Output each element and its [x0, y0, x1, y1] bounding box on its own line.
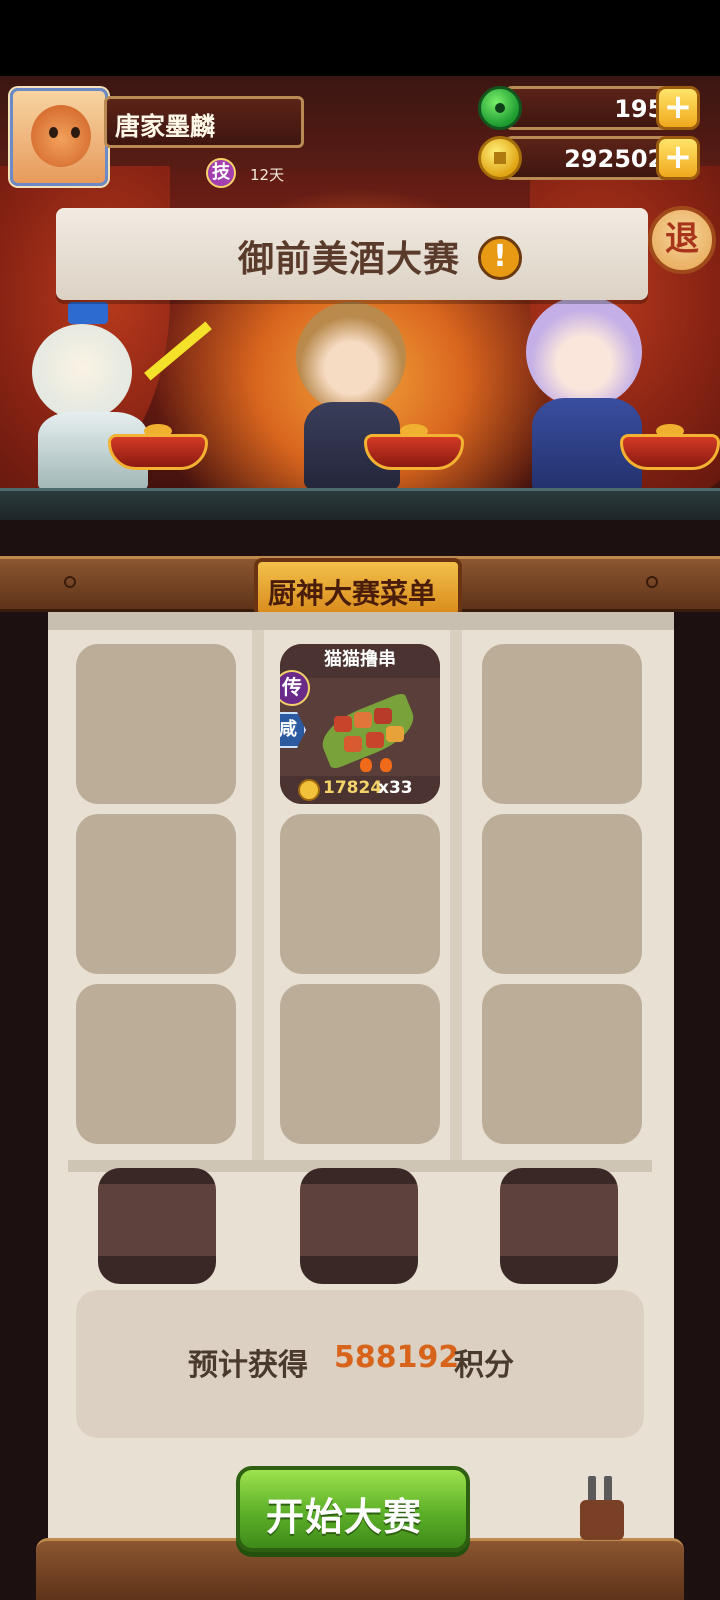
chef-slot[interactable]	[300, 1168, 418, 1284]
player-name-plate[interactable]: 唐家墨麟	[104, 96, 304, 148]
dish-slot-empty[interactable]	[76, 984, 236, 1144]
exit-button[interactable]: 退	[648, 206, 716, 274]
chef-slot[interactable]	[98, 1168, 216, 1284]
skewer-dish-icon	[310, 682, 422, 778]
cooking-pot-right	[620, 424, 720, 478]
skill-days: 12天	[250, 166, 285, 184]
dish-slot-filled[interactable]: 猫猫撸串 传 咸 17824 x33	[280, 644, 440, 804]
player-avatar[interactable]	[10, 88, 108, 186]
banner-title: 御前美酒大赛	[238, 239, 461, 280]
add-coins-button[interactable]: +	[656, 136, 700, 180]
dish-slot-empty[interactable]	[76, 644, 236, 804]
estimate-unit: 积分	[454, 1348, 514, 1383]
estimate-label: 预计获得	[188, 1348, 308, 1383]
alert-icon[interactable]: !	[478, 236, 522, 280]
salty-flavor-badge: 咸	[280, 712, 306, 748]
add-jade-button[interactable]: +	[656, 86, 700, 130]
dish-slot-empty[interactable]	[76, 814, 236, 974]
estimate-box: 预计获得 588192 积分	[76, 1290, 644, 1438]
dish-slot-empty[interactable]	[482, 644, 642, 804]
estimate-value: 588192	[334, 1340, 460, 1375]
status-bar	[0, 0, 720, 76]
rail-knob-icon	[646, 576, 658, 588]
legendary-rarity-badge: 传	[280, 670, 310, 706]
dish-slot-empty[interactable]	[482, 984, 642, 1144]
menu-panel-top	[48, 612, 674, 630]
knife-block-icon	[580, 1500, 624, 1540]
dish-price: 17824	[323, 778, 383, 798]
column-divider	[450, 630, 462, 1160]
jade-icon	[478, 86, 522, 130]
dish-slot-empty[interactable]	[482, 814, 642, 974]
dish-price-row: 17824 x33	[280, 776, 440, 804]
cooking-pot-left	[108, 424, 208, 478]
contest-banner: 御前美酒大赛	[56, 208, 648, 300]
start-contest-label: 开始大赛	[266, 1495, 423, 1539]
dish-slot-empty[interactable]	[280, 984, 440, 1144]
avatar-face	[31, 105, 91, 167]
skill-icon[interactable]: 技	[206, 158, 236, 188]
stage-floor	[0, 488, 720, 520]
dish-slot-empty[interactable]	[280, 814, 440, 974]
rail-knob-icon	[64, 576, 76, 588]
menu-title-plaque: 厨神大赛菜单	[254, 558, 462, 618]
chef-slot[interactable]	[500, 1168, 618, 1284]
menu-title: 厨神大赛菜单	[268, 577, 437, 610]
dish-count: x33	[378, 778, 413, 798]
cooking-pot-middle	[364, 424, 464, 478]
dish-name: 猫猫撸串	[280, 644, 440, 678]
player-name: 唐家墨麟	[115, 112, 216, 141]
start-contest-button[interactable]: 开始大赛	[236, 1466, 470, 1552]
coin-icon	[298, 779, 320, 801]
column-divider	[252, 630, 264, 1160]
coin-icon	[478, 136, 522, 180]
